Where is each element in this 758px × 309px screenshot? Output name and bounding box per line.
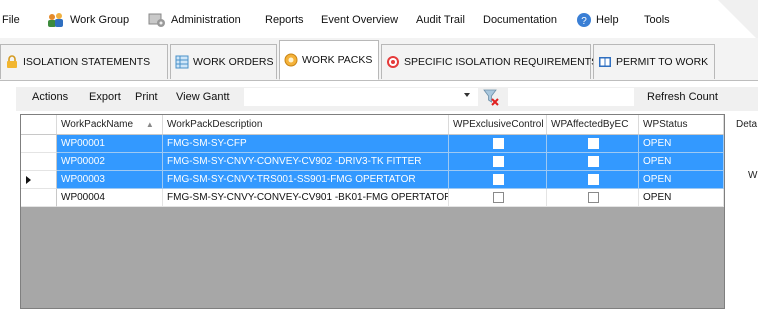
exclusive-control-checkbox[interactable] [493,156,504,167]
menu-work-group[interactable]: Work Group [46,12,129,28]
menu-administration-label: Administration [171,14,241,26]
row-header[interactable] [21,171,57,189]
column-header-wpexclusivecontrol[interactable]: WPExclusiveControl [449,115,547,134]
column-label: WorkPackName [61,119,134,130]
cell-wpaffectedbyec[interactable] [547,153,639,171]
chevron-down-icon[interactable] [464,93,470,97]
package-icon [284,53,298,67]
table-row[interactable]: WP00003 FMG-SM-SY-CNVY-TRS001-SS901-FMG … [21,171,724,189]
tab-label: ISOLATION STATEMENTS [23,56,151,68]
cell-wpaffectedbyec[interactable] [547,135,639,153]
cell-wpexclusivecontrol[interactable] [449,189,547,207]
table-row[interactable]: WP00004 FMG-SM-SY-CNVY-CONVEY-CV901 -BK0… [21,189,724,207]
corner-decoration [718,0,758,40]
cell-workpackdescription[interactable]: FMG-SM-SY-CFP [163,135,449,153]
sort-ascending-icon: ▲ [145,120,154,129]
menu-administration[interactable]: Administration [147,12,241,28]
tab-strip: ISOLATION STATEMENTS WORK ORDERS WORK PA… [0,38,758,81]
cell-workpackname[interactable]: WP00004 [57,189,163,207]
tab-isolation-statements[interactable]: ISOLATION STATEMENTS [0,44,168,79]
export-menu[interactable]: Export [89,91,121,103]
view-gantt-select[interactable] [244,88,478,106]
details-panel-field-label: W [748,170,758,181]
menu-help[interactable]: ? Help [576,12,619,28]
users-icon [48,13,63,28]
target-icon [387,56,399,68]
menu-event-overview[interactable]: Event Overview [321,12,398,28]
exclusive-control-checkbox[interactable] [493,138,504,149]
tab-permit-to-work[interactable]: PERMIT TO WORK [593,44,715,79]
cell-wpaffectedbyec[interactable] [547,189,639,207]
column-header-workpackname[interactable]: WorkPackName ▲ [57,115,163,134]
menu-audit-trail[interactable]: Audit Trail [416,12,465,28]
refresh-count-button[interactable]: Refresh Count [647,91,718,103]
book-icon [599,57,611,67]
cell-wpexclusivecontrol[interactable] [449,135,547,153]
menu-bar: File Work Group Administration Reports E… [0,0,758,40]
actions-menu[interactable]: Actions [32,91,68,103]
column-header-workpackdescription[interactable]: WorkPackDescription [163,115,449,134]
affected-by-ec-checkbox[interactable] [588,138,599,149]
details-panel-label: Deta [736,119,758,130]
cell-workpackdescription[interactable]: FMG-SM-SY-CNVY-CONVEY-CV902 -DRIV3-TK FI… [163,153,449,171]
affected-by-ec-checkbox[interactable] [588,192,599,203]
cell-wpaffectedbyec[interactable] [547,171,639,189]
cell-workpackname[interactable]: WP00003 [57,171,163,189]
cell-workpackdescription[interactable]: FMG-SM-SY-CNVY-CONVEY-CV901 -BK01-FMG OP… [163,189,449,207]
cell-wpstatus[interactable]: OPEN [639,171,724,189]
tab-work-orders[interactable]: WORK ORDERS [170,44,277,79]
column-header-wpstatus[interactable]: WPStatus [639,115,724,134]
cell-wpstatus[interactable]: OPEN [639,153,724,171]
work-packs-grid[interactable]: WorkPackName ▲ WorkPackDescription WPExc… [20,114,725,309]
cell-wpstatus[interactable]: OPEN [639,189,724,207]
menu-documentation[interactable]: Documentation [483,12,557,28]
exclusive-control-checkbox[interactable] [493,174,504,185]
row-header[interactable] [21,153,57,171]
column-header-wpaffectedbyec[interactable]: WPAffectedByEC [547,115,639,134]
table-row[interactable]: WP00001 FMG-SM-SY-CFP OPEN [21,135,724,153]
row-header[interactable] [21,189,57,207]
row-header[interactable] [21,135,57,153]
row-header-corner [21,115,57,134]
filter-input[interactable] [508,88,634,106]
print-menu[interactable]: Print [135,91,158,103]
tab-label: WORK PACKS [302,54,373,66]
cell-wpstatus[interactable]: OPEN [639,135,724,153]
table-icon [175,55,189,69]
cell-wpexclusivecontrol[interactable] [449,171,547,189]
tab-specific-isolation-requirements[interactable]: SPECIFIC ISOLATION REQUIREMENTS [381,44,598,79]
cell-workpackdescription[interactable]: FMG-SM-SY-CNVY-TRS001-SS901-FMG OPERTATO… [163,171,449,189]
menu-help-label: Help [596,14,619,26]
menu-tools[interactable]: Tools [644,12,670,28]
menu-reports[interactable]: Reports [265,12,304,28]
clear-filter-icon[interactable] [483,88,501,108]
cell-wpexclusivecontrol[interactable] [449,153,547,171]
tab-work-packs[interactable]: WORK PACKS [279,40,379,80]
exclusive-control-checkbox[interactable] [493,192,504,203]
tab-label: SPECIFIC ISOLATION REQUIREMENTS [404,56,599,68]
grid-header: WorkPackName ▲ WorkPackDescription WPExc… [21,115,724,135]
view-gantt-label: View Gantt [176,91,230,103]
affected-by-ec-checkbox[interactable] [588,156,599,167]
lock-icon [7,55,17,68]
current-row-pointer-icon [26,176,31,184]
table-row[interactable]: WP00002 FMG-SM-SY-CNVY-CONVEY-CV902 -DRI… [21,153,724,171]
tab-label: PERMIT TO WORK [616,56,709,68]
cell-workpackname[interactable]: WP00001 [57,135,163,153]
menu-file[interactable]: File [2,12,20,28]
affected-by-ec-checkbox[interactable] [588,174,599,185]
admin-icon [148,13,165,28]
svg-text:?: ? [581,16,587,27]
menu-work-group-label: Work Group [70,14,130,26]
help-icon: ? [577,13,591,28]
cell-workpackname[interactable]: WP00002 [57,153,163,171]
tab-label: WORK ORDERS [193,56,274,68]
